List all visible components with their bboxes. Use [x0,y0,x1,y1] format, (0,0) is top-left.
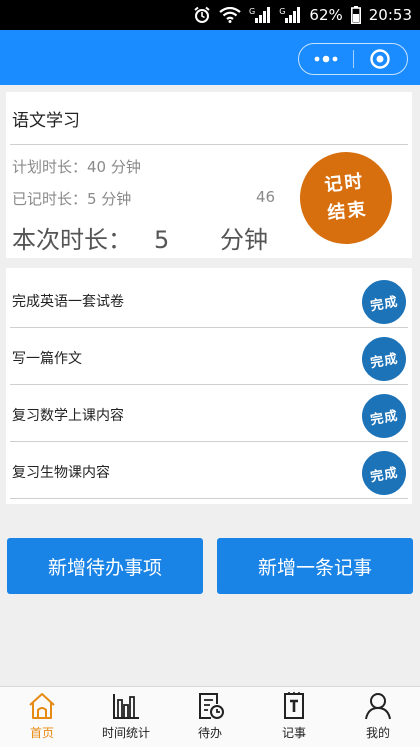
add-todo-button[interactable]: 新增待办事项 [7,538,203,594]
nav-bar [0,30,420,85]
timing-session-card: 语文学习 计划时长：40 分钟 已记时长：5 分钟 46 本次时长： 5 分钟 记时… [6,92,412,258]
signal-icon [285,7,301,23]
add-note-button[interactable]: 新增一条记事 [217,538,413,594]
tab-label: 时间统计 [101,726,150,740]
seconds-counter: 46 [256,188,276,206]
battery-icon [350,6,361,24]
tab-home[interactable]: 首页 [0,687,84,747]
divider [10,441,408,442]
signal-icon [255,7,271,23]
todo-text: 写一篇作文 [12,351,82,367]
todo-list-card: 完成英语一套试卷 完成 写一篇作文 完成 复习数学上课内容 完成 复习生物课内容… [6,268,412,504]
close-program-button[interactable] [353,44,407,74]
planned-duration: 计划时长：40 分钟 [12,158,141,176]
cell-signal-1: G [249,7,271,23]
battery-percent: 62% [309,6,343,24]
bottom-tab-bar: 首页 时间统计 待办 记事 我的 [0,686,420,747]
tab-notes[interactable]: 记事 [252,687,336,747]
todo-text: 复习生物课内容 [12,465,110,481]
home-icon [27,691,57,721]
tab-label: 记事 [281,726,306,740]
more-dots-icon [314,55,338,63]
divider [10,144,408,145]
todo-item: 复习生物课内容 完成 [6,443,412,499]
todo-item: 复习数学上课内容 完成 [6,386,412,442]
note-icon [279,691,309,721]
stop-button-line1: 记时 [323,171,366,197]
tab-label: 我的 [365,726,390,740]
cell-signal-2: G [279,7,301,23]
more-button[interactable] [299,44,353,74]
stop-timing-button[interactable]: 记时 结束 [295,147,397,249]
divider [10,498,408,499]
tab-mine[interactable]: 我的 [336,687,420,747]
tab-time-stats[interactable]: 时间统计 [84,687,168,747]
tab-label: 首页 [29,726,54,740]
logged-duration: 已记时长：5 分钟 [12,190,132,208]
tab-label: 待办 [197,726,222,740]
todo-item: 写一篇作文 完成 [6,329,412,385]
status-bar: G G 62% 20:53 [0,0,420,30]
current-duration-unit: 分钟 [220,226,268,254]
complete-button[interactable]: 完成 [358,390,410,442]
mini-program-capsule [298,43,408,75]
subject-title: 语文学习 [12,111,80,131]
current-duration: 本次时长： 5 分钟 [12,220,268,255]
todo-text: 完成英语一套试卷 [12,294,124,310]
complete-button[interactable]: 完成 [358,447,410,499]
stop-button-line2: 结束 [326,198,369,224]
clock-time: 20:53 [368,6,412,24]
user-icon [363,691,393,721]
bar-chart-icon [111,691,141,721]
alarm-icon [193,6,211,24]
todo-text: 复习数学上课内容 [12,408,124,424]
current-duration-value: 5 [154,226,170,254]
wifi-icon [219,7,241,23]
complete-button[interactable]: 完成 [358,333,410,385]
todo-item: 完成英语一套试卷 完成 [6,272,412,328]
divider [10,327,408,328]
divider [10,384,408,385]
current-duration-label: 本次时长： [12,226,132,254]
tab-todo[interactable]: 待办 [168,687,252,747]
complete-button[interactable]: 完成 [358,276,410,328]
todo-clock-icon [195,691,225,721]
target-circle-icon [370,49,390,69]
